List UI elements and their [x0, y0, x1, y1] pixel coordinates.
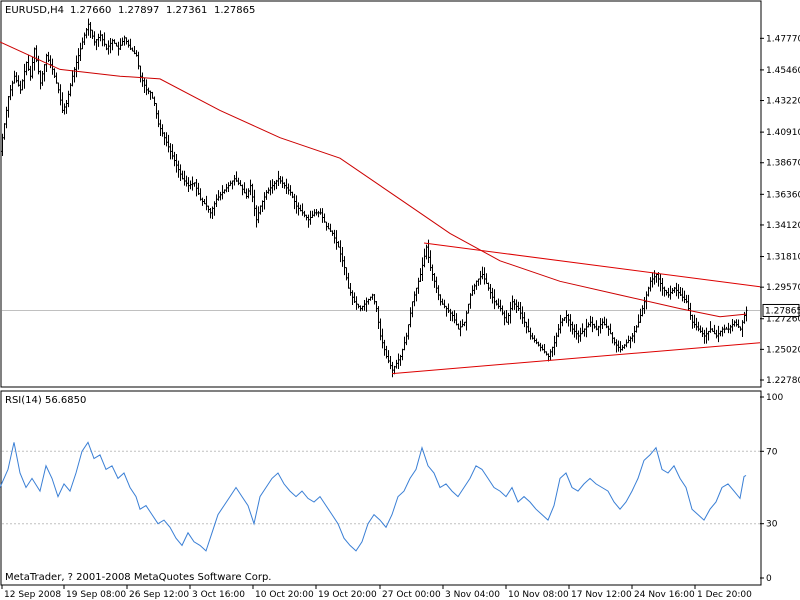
- ohlc-high: 1.27897: [118, 5, 159, 16]
- current-price-label: 1.27865: [762, 303, 800, 317]
- time-axis-label: 24 Nov 16:00: [634, 590, 695, 600]
- ohlc-open: 1.27660: [70, 5, 111, 16]
- background: [0, 0, 800, 600]
- time-axis-label: 3 Nov 04:00: [445, 590, 500, 600]
- time-axis-label: 19 Oct 20:00: [318, 590, 377, 600]
- price-axis-label: 1.34120: [766, 221, 800, 231]
- copyright-text: MetaTrader, ? 2001-2008 MetaQuotes Softw…: [5, 572, 271, 583]
- price-axis-label: 1.36360: [766, 190, 800, 200]
- time-axis-label: 1 Dec 20:00: [697, 590, 752, 600]
- time-axis-label: 10 Nov 08:00: [508, 590, 569, 600]
- time-axis-label: 3 Oct 16:00: [192, 590, 245, 600]
- price-axis-label: 1.45460: [766, 66, 800, 76]
- rsi-axis-label: 0: [766, 574, 772, 584]
- ohlc-low: 1.27361: [166, 5, 207, 16]
- time-axis-label: 19 Sep 08:00: [66, 590, 126, 600]
- price-axis-label: 1.38670: [766, 159, 800, 169]
- chart-title: EURUSD,H4: [5, 5, 64, 16]
- time-axis-label: 10 Oct 20:00: [255, 590, 314, 600]
- rsi-title: RSI(14) 56.6850: [5, 395, 86, 406]
- ohlc-close: 1.27865: [214, 5, 255, 16]
- time-axis-label: 17 Nov 12:00: [571, 590, 632, 600]
- current-price-label-text: 1.27865: [765, 306, 800, 316]
- price-axis-label: 1.22780: [766, 376, 800, 386]
- time-axis-label: 27 Oct 00:00: [382, 590, 441, 600]
- price-axis-label: 1.29570: [766, 283, 800, 293]
- rsi-axis-label: 70: [766, 447, 778, 457]
- rsi-axis-label: 30: [766, 520, 778, 530]
- rsi-axis-label: 100: [766, 393, 783, 403]
- price-axis-label: 1.43220: [766, 97, 800, 107]
- price-axis-label: 1.47770: [766, 34, 800, 44]
- time-axis-label: 26 Sep 12:00: [129, 590, 189, 600]
- price-axis-label: 1.31810: [766, 253, 800, 263]
- chart-canvas: EURUSD,H4 1.27660 1.27897 1.27361 1.2786…: [0, 0, 800, 600]
- time-axis-label: 12 Sep 2008: [4, 590, 61, 600]
- price-axis-label: 1.40910: [766, 128, 800, 138]
- price-axis-label: 1.25020: [766, 345, 800, 355]
